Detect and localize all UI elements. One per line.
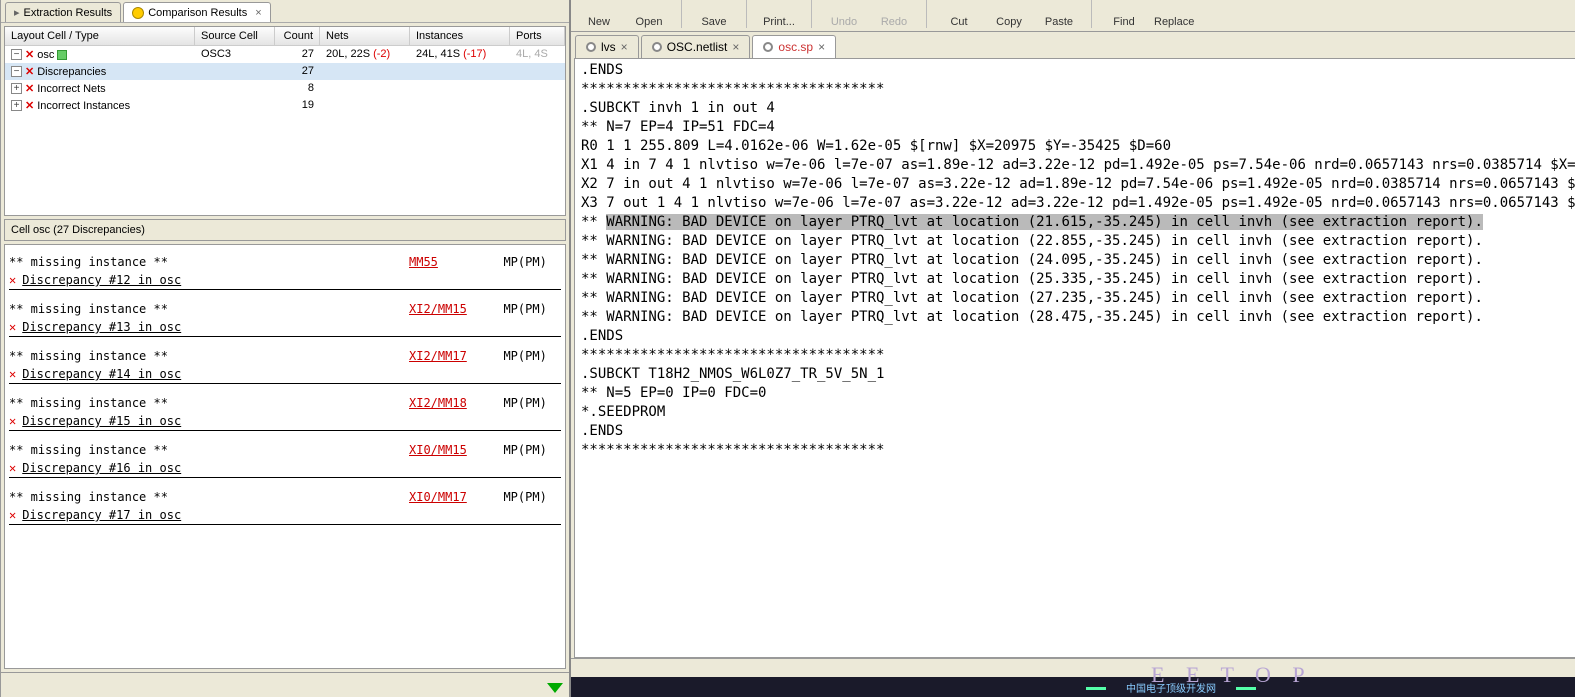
missing-instance-msg: ** missing instance **: [9, 490, 409, 504]
expander-icon[interactable]: +: [11, 83, 22, 94]
middle-panel: ▸Extraction Results Comparison Results× …: [1, 0, 571, 697]
deco-icon: ▬▬: [1086, 682, 1106, 693]
tree-row-discrepancies[interactable]: −✕Discrepancies 27: [5, 63, 565, 80]
new-button[interactable]: New: [579, 16, 619, 28]
expander-icon[interactable]: −: [11, 49, 22, 60]
close-icon[interactable]: ×: [732, 40, 739, 54]
instance-type: MP(PM): [503, 396, 546, 410]
x-icon: ✕: [9, 273, 16, 287]
x-icon: ✕: [9, 367, 16, 381]
discrepancy-link[interactable]: Discrepancy #16 in osc: [22, 461, 181, 475]
separator: [681, 0, 682, 28]
instance-type: MP(PM): [503, 302, 546, 316]
instance-link[interactable]: XI2/MM17: [409, 349, 489, 363]
separator: [811, 0, 812, 28]
col-header-ports[interactable]: Ports: [510, 27, 565, 45]
find-button[interactable]: Find: [1104, 16, 1144, 28]
paste-button[interactable]: Paste: [1039, 16, 1079, 28]
missing-instance-msg: ** missing instance **: [9, 443, 409, 457]
face-icon: [132, 7, 144, 19]
tab-label: osc.sp: [778, 40, 813, 54]
tree-row-incorrect-nets[interactable]: +✕Incorrect Nets 8: [5, 80, 565, 97]
redo-button[interactable]: Redo: [874, 16, 914, 28]
expander-icon[interactable]: −: [11, 66, 22, 77]
undo-button[interactable]: Undo: [824, 16, 864, 28]
x-icon: ✕: [25, 82, 34, 95]
separator: [926, 0, 927, 28]
separator: [1091, 0, 1092, 28]
copy-button[interactable]: Copy: [989, 16, 1029, 28]
missing-instance-msg: ** missing instance **: [9, 302, 409, 316]
arrow-down-icon[interactable]: [547, 683, 563, 693]
editor-tabstrip: lvs × OSC.netlist × osc.sp ×: [571, 32, 1575, 58]
instance-type: MP(PM): [503, 349, 546, 363]
tab-label: OSC.netlist: [667, 40, 728, 54]
x-icon: ✕: [25, 48, 34, 61]
instance-link[interactable]: XI0/MM15: [409, 443, 489, 457]
discrepancy-link[interactable]: Discrepancy #17 in osc: [22, 508, 181, 522]
missing-instance-msg: ** missing instance **: [9, 255, 409, 269]
x-icon: ✕: [9, 320, 16, 334]
discrepancy-link[interactable]: Discrepancy #12 in osc: [22, 273, 181, 287]
middle-statusbar: [1, 672, 569, 697]
col-header-instances[interactable]: Instances: [410, 27, 510, 45]
discrepancy-link[interactable]: Discrepancy #15 in osc: [22, 414, 181, 428]
watermark: E E T O P: [1151, 662, 1313, 688]
code-editor[interactable]: .ENDS **********************************…: [574, 58, 1575, 658]
tab-extraction-results[interactable]: ▸Extraction Results: [5, 2, 121, 22]
col-header-nets[interactable]: Nets: [320, 27, 410, 45]
missing-instance-msg: ** missing instance **: [9, 396, 409, 410]
separator: [746, 0, 747, 28]
open-button[interactable]: Open: [629, 16, 669, 28]
editor-statusbar: E E T O P Ln 71, Col 108 INS: [571, 658, 1575, 677]
results-tabstrip: ▸Extraction Results Comparison Results×: [1, 0, 569, 23]
replace-button[interactable]: Replace: [1154, 16, 1194, 28]
editor-pane: New Open Save Print... Undo Redo Cut Cop…: [571, 0, 1575, 697]
x-icon: ✕: [25, 99, 34, 112]
tree-row-incorrect-instances[interactable]: +✕Incorrect Instances 19: [5, 97, 565, 114]
tab-comparison-results[interactable]: Comparison Results×: [123, 2, 270, 22]
discrepancy-link[interactable]: Discrepancy #13 in osc: [22, 320, 181, 334]
instance-link[interactable]: MM55: [409, 255, 489, 269]
editor-toolbar: New Open Save Print... Undo Redo Cut Cop…: [571, 0, 1575, 32]
tree-header: Layout Cell / Type Source Cell Count Net…: [5, 27, 565, 46]
file-icon: [586, 42, 596, 52]
x-icon: ✕: [25, 65, 34, 78]
editor-tab-OSC.netlist[interactable]: OSC.netlist ×: [641, 35, 751, 58]
instance-link[interactable]: XI2/MM15: [409, 302, 489, 316]
col-header-count[interactable]: Count: [275, 27, 320, 45]
close-icon[interactable]: ×: [255, 7, 261, 19]
x-icon: ✕: [9, 508, 16, 522]
x-icon: ✕: [9, 414, 16, 428]
tab-label: lvs: [601, 40, 616, 54]
print-button[interactable]: Print...: [759, 16, 799, 28]
editor-tab-lvs[interactable]: lvs ×: [575, 35, 639, 58]
col-header-layout[interactable]: Layout Cell / Type: [5, 27, 195, 45]
footer: ▬▬ 中国电子顶级开发网 ▬▬: [571, 677, 1575, 697]
instance-type: MP(PM): [503, 443, 546, 457]
cell-header: Cell osc (27 Discrepancies): [4, 219, 566, 241]
col-header-source[interactable]: Source Cell: [195, 27, 275, 45]
instance-type: MP(PM): [503, 255, 546, 269]
instance-link[interactable]: XI0/MM17: [409, 490, 489, 504]
cut-button[interactable]: Cut: [939, 16, 979, 28]
tree-icon: ▸: [14, 6, 20, 19]
x-icon: ✕: [9, 461, 16, 475]
instance-type: MP(PM): [503, 490, 546, 504]
expander-icon[interactable]: +: [11, 100, 22, 111]
discrepancy-link[interactable]: Discrepancy #14 in osc: [22, 367, 181, 381]
close-icon[interactable]: ×: [818, 40, 825, 54]
save-button[interactable]: Save: [694, 16, 734, 28]
missing-instance-msg: ** missing instance **: [9, 349, 409, 363]
tree-row-osc[interactable]: −✕osc OSC3 27 20L, 22S (-2) 24L, 41S (-1…: [5, 46, 565, 63]
chip-icon: [57, 50, 67, 60]
instance-link[interactable]: XI2/MM18: [409, 396, 489, 410]
close-icon[interactable]: ×: [621, 40, 628, 54]
discrepancy-list[interactable]: ** missing instance **MM55 MP(PM)✕Discre…: [4, 244, 566, 669]
editor-tab-osc.sp[interactable]: osc.sp ×: [752, 35, 836, 58]
results-tree[interactable]: Layout Cell / Type Source Cell Count Net…: [4, 26, 566, 216]
file-icon: [652, 42, 662, 52]
file-icon: [763, 42, 773, 52]
